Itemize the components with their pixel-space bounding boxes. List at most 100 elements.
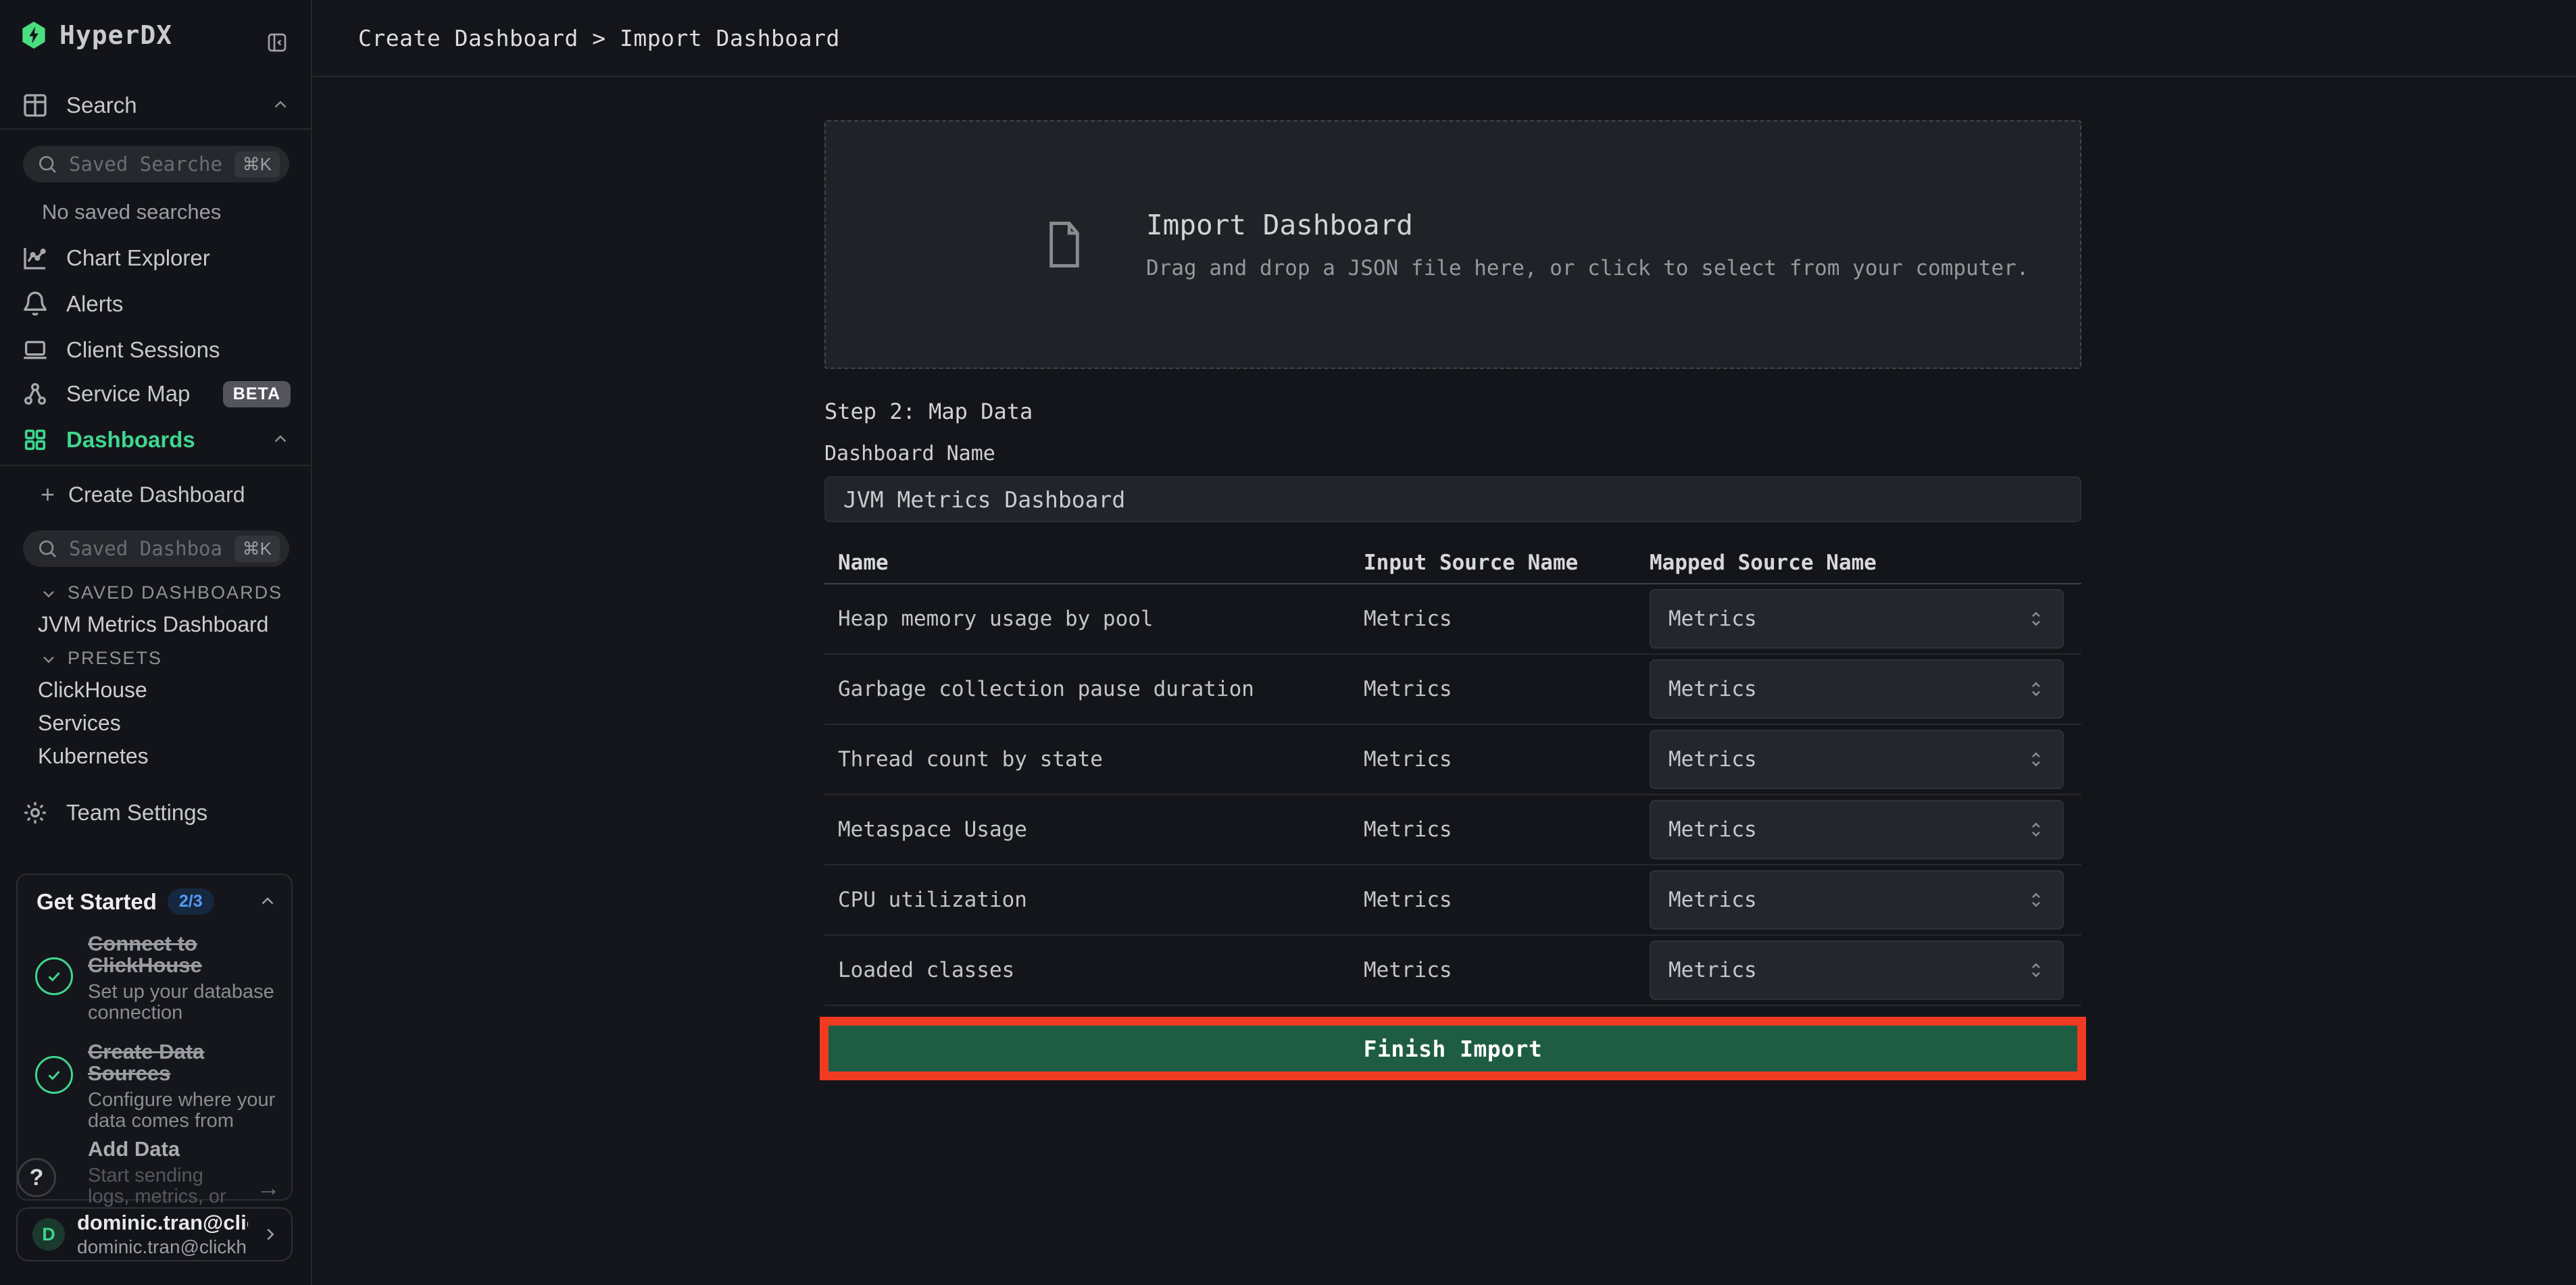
sidebar-item-services[interactable]: Services	[38, 711, 121, 736]
sidebar-section-search[interactable]: Search	[0, 82, 311, 128]
chevron-updown-icon	[2026, 679, 2046, 699]
progress-badge: 2/3	[168, 888, 214, 915]
user-name: dominic.tran@clic...	[77, 1211, 248, 1235]
sidebar-item-team-settings[interactable]: Team Settings	[0, 790, 311, 836]
row-input-source: Metrics	[1364, 817, 1650, 842]
get-started-header[interactable]: Get Started 2/3	[36, 888, 278, 915]
search-section-icon	[20, 91, 50, 120]
table-row: Loaded classes Metrics Metrics	[824, 936, 2081, 1006]
sidebar-item-alerts[interactable]: Alerts	[0, 281, 311, 327]
sidebar-item-clickhouse[interactable]: ClickHouse	[38, 678, 147, 703]
get-started-item-connect[interactable]: Connect to ClickHouse Set up your databa…	[35, 933, 280, 1024]
sidebar-item-dashboards[interactable]: Dashboards	[0, 417, 311, 463]
get-started-item-desc: Set up your database connection	[88, 982, 280, 1024]
table-row: Garbage collection pause duration Metric…	[824, 655, 2081, 725]
finish-import-button[interactable]: Finish Import	[828, 1026, 2077, 1072]
help-button[interactable]: ?	[17, 1158, 56, 1197]
sidebar-item-label: Chart Explorer	[66, 245, 210, 271]
search-icon	[36, 153, 58, 175]
get-started-item-desc: Configure where your data comes from	[88, 1090, 280, 1132]
collapse-sidebar-icon[interactable]	[266, 31, 288, 54]
bell-icon	[20, 289, 50, 319]
divider	[0, 465, 311, 466]
chevron-down-icon	[39, 649, 58, 668]
avatar: D	[32, 1218, 65, 1251]
file-icon	[1045, 219, 1084, 270]
saved-dashboards-input[interactable]: ⌘K	[23, 530, 289, 567]
chevron-updown-icon	[2026, 820, 2046, 840]
step-label: Step 2: Map Data	[824, 399, 2081, 424]
user-menu[interactable]: D dominic.tran@clic... dominic.tran@clic…	[16, 1207, 293, 1261]
sidebar: HyperDX Search ⌘K	[0, 0, 312, 1285]
check-circle-icon	[35, 957, 73, 995]
table-header: Name Input Source Name Mapped Source Nam…	[824, 543, 2081, 584]
chevron-updown-icon	[2026, 960, 2046, 980]
laptop-icon	[20, 335, 50, 365]
row-input-source: Metrics	[1364, 888, 1650, 912]
column-header-input-source: Input Source Name	[1364, 551, 1650, 575]
chart-explorer-icon	[20, 243, 50, 273]
create-dashboard-label: Create Dashboard	[68, 482, 245, 507]
mapped-source-select[interactable]: Metrics	[1650, 940, 2064, 1000]
row-name: Garbage collection pause duration	[824, 677, 1364, 701]
gear-icon	[20, 798, 50, 828]
sidebar-item-service-map[interactable]: Service Map BETA	[0, 371, 311, 417]
chevron-updown-icon	[2026, 890, 2046, 910]
arrow-right-icon: →	[256, 1174, 280, 1202]
no-saved-searches-text: No saved searches	[42, 200, 221, 224]
hyperdx-logo-icon	[20, 20, 47, 50]
select-value: Metrics	[1668, 747, 1757, 772]
mapping-table: Name Input Source Name Mapped Source Nam…	[824, 543, 2081, 1006]
dashboards-grid-icon	[20, 425, 50, 455]
chevron-updown-icon	[2026, 609, 2046, 629]
get-started-item-sources[interactable]: Create Data Sources Configure where your…	[35, 1041, 280, 1132]
dashboard-name-label: Dashboard Name	[824, 442, 2081, 465]
saved-searches-input[interactable]: ⌘K	[23, 146, 289, 182]
chevron-down-icon	[39, 584, 58, 603]
mapped-source-select[interactable]: Metrics	[1650, 589, 2064, 649]
sidebar-item-chart-explorer[interactable]: Chart Explorer	[0, 235, 311, 281]
mapped-source-select[interactable]: Metrics	[1650, 870, 2064, 930]
chevron-updown-icon	[2026, 749, 2046, 770]
get-started-item-title: Connect to ClickHouse	[88, 933, 280, 976]
sidebar-item-client-sessions[interactable]: Client Sessions	[0, 327, 311, 373]
create-dashboard-button[interactable]: + Create Dashboard	[0, 472, 311, 518]
breadcrumb[interactable]: Create Dashboard > Import Dashboard	[358, 25, 840, 51]
sidebar-item-label: Team Settings	[66, 800, 207, 826]
group-presets[interactable]: PRESETS	[39, 648, 162, 669]
column-header-name: Name	[824, 551, 1364, 575]
select-value: Metrics	[1668, 817, 1757, 842]
beta-badge: BETA	[223, 381, 291, 407]
select-value: Metrics	[1668, 888, 1757, 912]
shortcut-badge: ⌘K	[234, 536, 280, 562]
json-dropzone[interactable]: Import Dashboard Drag and drop a JSON fi…	[824, 120, 2081, 369]
sidebar-item-jvm-metrics-dashboard[interactable]: JVM Metrics Dashboard	[38, 612, 268, 637]
search-icon	[36, 538, 58, 559]
mapped-source-select[interactable]: Metrics	[1650, 659, 2064, 719]
group-saved-dashboards[interactable]: SAVED DASHBOARDS	[39, 582, 282, 603]
row-input-source: Metrics	[1364, 958, 1650, 982]
get-started-card: Get Started 2/3 Connect to ClickHouse Se…	[16, 874, 293, 1201]
chevron-right-icon	[260, 1224, 280, 1244]
select-value: Metrics	[1668, 958, 1757, 982]
mapped-source-select[interactable]: Metrics	[1650, 800, 2064, 859]
sidebar-item-label: Service Map	[66, 381, 190, 407]
get-started-item-title: Add Data	[88, 1138, 241, 1160]
top-bar: Create Dashboard > Import Dashboard	[312, 0, 2576, 77]
select-value: Metrics	[1668, 607, 1757, 631]
table-row: Metaspace Usage Metrics Metrics	[824, 795, 2081, 865]
row-name: Loaded classes	[824, 958, 1364, 982]
sidebar-item-label: Alerts	[66, 291, 123, 317]
plus-icon: +	[41, 480, 55, 509]
get-started-title: Get Started	[36, 889, 157, 915]
dashboard-name-input[interactable]	[824, 476, 2081, 522]
row-name: CPU utilization	[824, 888, 1364, 912]
saved-dashboards-field[interactable]	[68, 536, 225, 561]
sidebar-item-label: Client Sessions	[66, 337, 220, 363]
group-label-text: PRESETS	[68, 648, 162, 669]
sidebar-item-kubernetes[interactable]: Kubernetes	[38, 744, 149, 769]
row-name: Heap memory usage by pool	[824, 607, 1364, 631]
saved-searches-field[interactable]	[68, 152, 225, 176]
mapped-source-select[interactable]: Metrics	[1650, 730, 2064, 789]
app-logo[interactable]: HyperDX	[0, 9, 311, 61]
